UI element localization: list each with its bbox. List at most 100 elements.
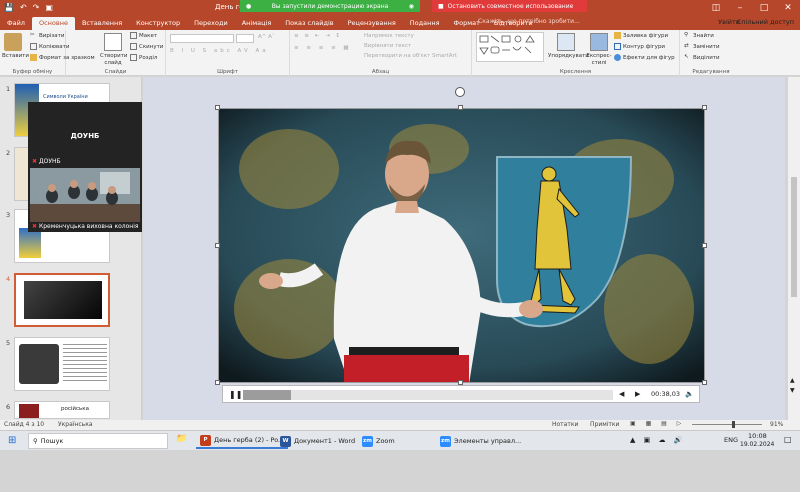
taskbar-word[interactable]: W Документ1 - Word	[276, 433, 359, 449]
brush-icon	[30, 54, 37, 61]
zoom-slider-thumb[interactable]	[732, 421, 735, 428]
group-label: Слайди	[104, 69, 127, 75]
maximize-icon[interactable]: □	[752, 0, 776, 16]
save-icon[interactable]: 💾	[4, 3, 14, 12]
grow-font-icon[interactable]: A^ Aˇ	[258, 34, 275, 40]
reset-button[interactable]: Скинути	[130, 43, 163, 50]
mic-icon[interactable]: ◉	[409, 3, 414, 10]
font-size-combo[interactable]	[236, 34, 254, 43]
tab-review[interactable]: Рецензування	[341, 17, 403, 30]
align-buttons[interactable]: ≡ ≡ ≡ ≡ ▦	[294, 45, 352, 51]
tab-transitions[interactable]: Переходи	[187, 17, 235, 30]
stop-sharing-button[interactable]: ■ Остановить совместное использование	[432, 0, 587, 12]
participant-label: ✖ ДОУНБ	[32, 158, 61, 165]
slide-thumbnail-5[interactable]	[14, 337, 110, 391]
replace-button[interactable]: ⇄ Замінити	[684, 43, 720, 50]
section-button[interactable]: Розділ	[130, 54, 157, 61]
resize-handle[interactable]	[702, 105, 707, 110]
tell-me-search[interactable]: Скажіть, що потрібно зробити...	[478, 18, 580, 25]
tab-insert[interactable]: Вставлення	[75, 17, 129, 30]
participant-video	[30, 168, 140, 222]
scroll-thumb[interactable]	[791, 177, 797, 297]
find-button[interactable]: ⚲ Знайти	[684, 32, 714, 39]
resize-handle[interactable]	[702, 243, 707, 248]
layout-button[interactable]: Макет	[130, 32, 157, 39]
resize-handle[interactable]	[215, 380, 220, 385]
share-button[interactable]: Спільний доступ	[737, 18, 794, 26]
skip-forward-icon[interactable]: ▶	[635, 390, 640, 398]
tab-file[interactable]: Файл	[0, 17, 32, 30]
undo-icon[interactable]: ↶	[20, 3, 27, 12]
taskbar-label: Элементы управл...	[454, 437, 522, 445]
video-frame[interactable]	[218, 108, 705, 383]
keyboard-language[interactable]: ENG	[724, 436, 738, 444]
taskbar-powerpoint[interactable]: P День герба (2) - Po...	[196, 433, 289, 449]
close-icon[interactable]: ✕	[776, 0, 800, 16]
shapes-gallery[interactable]	[476, 32, 544, 62]
notes-button[interactable]: Нотатки	[552, 421, 578, 428]
taskbar-search[interactable]: ⚲ Пошук	[28, 433, 168, 449]
quick-styles-button[interactable]: Експрес-стилі	[586, 33, 612, 67]
shape-effects-button[interactable]: Ефекти для фігур	[614, 54, 675, 61]
pause-icon[interactable]: ❚❚	[229, 390, 242, 399]
rotate-handle[interactable]	[455, 87, 465, 97]
comments-button[interactable]: Примітки	[590, 421, 619, 428]
skip-back-icon[interactable]: ◀	[619, 390, 624, 398]
taskbar-zoom-controls[interactable]: zm Элементы управл...	[436, 433, 525, 449]
clock-date[interactable]: 19.02.2024	[740, 441, 774, 448]
slide-thumbnail-4[interactable]	[14, 273, 110, 327]
file-explorer-icon[interactable]: 📁	[176, 434, 187, 444]
effects-icon	[614, 54, 621, 61]
font-format-row[interactable]: B I U S abc AV Aa	[170, 48, 269, 54]
language-status[interactable]: Українська	[58, 421, 93, 428]
windows-start-icon[interactable]: ⊞	[8, 435, 16, 446]
tray-icons[interactable]: ▲ ▣ ☁ 🔊	[630, 436, 685, 444]
shape-fill-button[interactable]: Заливка фігури	[614, 32, 668, 39]
new-slide-button[interactable]: Створити слайд	[100, 33, 128, 67]
resize-handle[interactable]	[215, 243, 220, 248]
zoom-level[interactable]: 91%	[770, 421, 783, 428]
arrange-button[interactable]: Упорядкувати	[548, 33, 589, 60]
search-placeholder: Пошук	[40, 437, 64, 445]
paste-button[interactable]: Вставити	[2, 33, 29, 60]
zoom-slider[interactable]	[692, 421, 762, 428]
select-button[interactable]: ↖ Виділити	[684, 54, 720, 61]
resize-handle[interactable]	[215, 105, 220, 110]
taskbar-zoom[interactable]: zm Zoom	[358, 433, 399, 449]
participant-sub-label: ДОУНБ	[38, 158, 61, 165]
redo-icon[interactable]: ↷	[33, 3, 40, 12]
muted-mic-icon: ✖	[32, 223, 38, 230]
canvas-scrollbar[interactable]: ▲ ▼	[788, 77, 800, 420]
view-buttons[interactable]: ▣ ▦ ▤ ▷	[630, 420, 685, 427]
slide-thumbnail-6[interactable]: російська	[14, 401, 110, 419]
shape-outline-button[interactable]: Контур фігури	[614, 43, 665, 50]
clock-time[interactable]: 10:08	[748, 432, 767, 440]
tab-design[interactable]: Конструктор	[129, 17, 187, 30]
copy-button[interactable]: Копіювати	[30, 43, 69, 50]
resize-handle[interactable]	[458, 105, 463, 110]
progress-bar[interactable]	[243, 390, 613, 400]
tab-home[interactable]: Основне	[31, 17, 75, 30]
prev-slide-icon[interactable]: ▲	[790, 377, 795, 384]
text-direction-label: Напрямок тексту	[364, 33, 414, 39]
font-name-combo[interactable]	[170, 34, 234, 43]
list-buttons[interactable]: ≡ ≡ ⇤ ⇥ ↕	[294, 33, 342, 39]
text-direction-button[interactable]: Напрямок тексту	[364, 33, 414, 39]
align-text-button[interactable]: Вирівняти текст	[364, 43, 411, 49]
smartart-button[interactable]: Перетворити на об'єкт SmartArt	[364, 53, 457, 59]
zoom-video-popup[interactable]: ДОУНБ ✖ ДОУНБ ✖ Кременчуцька виховна кол…	[28, 102, 142, 232]
minimize-icon[interactable]: –	[728, 0, 752, 16]
cut-button[interactable]: ✂ Вирізати	[30, 32, 64, 39]
tab-animations[interactable]: Анімація	[235, 17, 279, 30]
slide-counter: Слайд 4 з 10	[4, 421, 45, 428]
notification-icon[interactable]: □	[784, 435, 792, 444]
resize-handle[interactable]	[702, 380, 707, 385]
outline-icon	[614, 43, 621, 50]
tab-slideshow[interactable]: Показ слайдів	[278, 17, 340, 30]
next-slide-icon[interactable]: ▼	[790, 387, 795, 394]
ribbon-display-icon[interactable]: ◫	[704, 0, 728, 16]
present-icon[interactable]: ▣	[45, 3, 53, 12]
volume-icon[interactable]: 🔈	[685, 390, 694, 398]
tab-view[interactable]: Подання	[403, 17, 447, 30]
screen-share-banner[interactable]: ● Вы запустили демонстрацию экрана ◉	[240, 0, 420, 12]
